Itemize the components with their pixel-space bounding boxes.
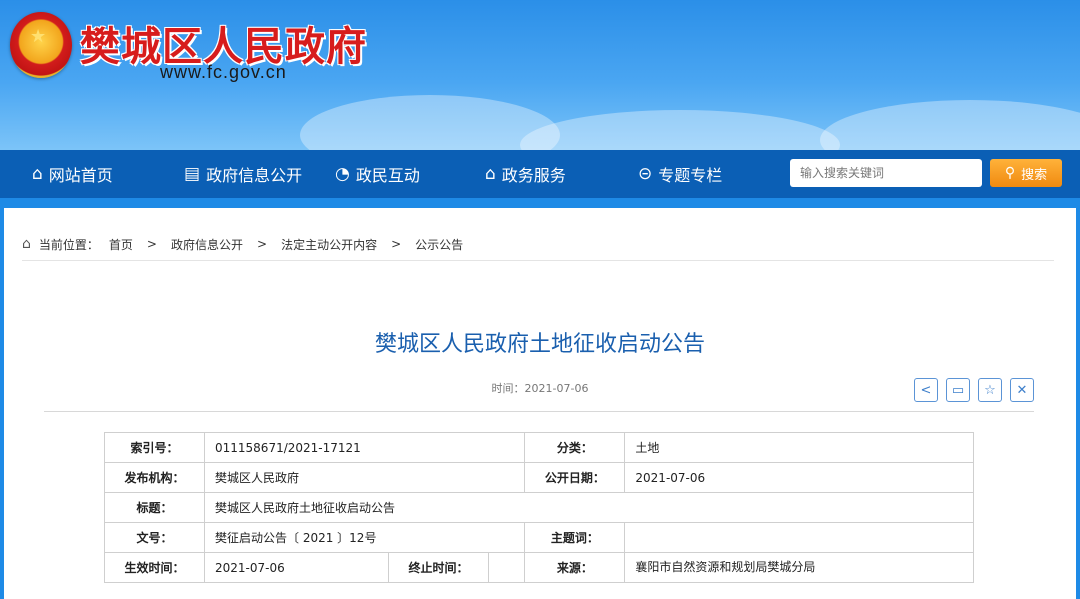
breadcrumb: ⌂ 当前位置： 首页 > 政府信息公开 > 法定主动公开内容 > 公示公告 (22, 234, 463, 254)
arrow-circle-icon: ⊝ (638, 164, 653, 184)
table-label: 生效时间： (104, 552, 205, 583)
article-tools: < ▭ ☆ ✕ (914, 378, 1042, 402)
nav-item-gov-info[interactable]: ▤ 政府信息公开 (184, 150, 302, 198)
table-row: 发布机构： 樊城区人民政府 公开日期： 2021-07-06 (104, 462, 974, 493)
nav-label: 政务服务 (501, 166, 566, 185)
site-header: 樊城区人民政府 www.fc.gov.cn (0, 0, 1080, 150)
breadcrumb-separator: > (391, 237, 402, 251)
table-value: 2021-07-06 (204, 552, 389, 583)
print-icon[interactable]: ▭ (946, 378, 970, 402)
chat-icon: ◔ (335, 164, 350, 184)
nav-label: 政民互动 (355, 166, 420, 185)
breadcrumb-link-notices[interactable]: 公示公告 (415, 236, 463, 253)
close-icon[interactable]: ✕ (1010, 378, 1034, 402)
nav-item-services[interactable]: ⌂ 政务服务 (485, 150, 566, 198)
breadcrumb-link-home[interactable]: 首页 (109, 236, 133, 253)
nav-label: 政府信息公开 (206, 166, 303, 185)
home-icon: ⌂ (32, 164, 43, 184)
nav-item-interaction[interactable]: ◔ 政民互动 (335, 150, 420, 198)
cloud-decoration (520, 110, 840, 150)
table-value: 樊征启动公告〔 2021 〕12号 (203, 522, 526, 553)
table-value: 襄阳市自然资源和规划局樊城分局 (624, 552, 974, 583)
table-label: 终止时间： (388, 552, 489, 583)
building-icon: ⌂ (485, 164, 496, 184)
table-value: 土地 (624, 432, 974, 463)
table-value (624, 522, 974, 553)
divider (44, 411, 1034, 412)
nav-item-home[interactable]: ⌂ 网站首页 (32, 150, 113, 198)
search-button[interactable]: ⚲ 搜索 (990, 159, 1062, 187)
article-title: 樊城区人民政府土地征收启动公告 (374, 332, 705, 357)
table-label: 主题词： (524, 522, 626, 553)
site-url: www.fc.gov.cn (160, 62, 287, 82)
cloud-decoration (820, 100, 1080, 150)
breadcrumb-link-statutory[interactable]: 法定主动公开内容 (281, 236, 377, 253)
table-label: 索引号： (104, 432, 205, 463)
table-value: 樊城区人民政府土地征收启动公告 (204, 492, 974, 523)
table-label: 标题： (104, 492, 205, 523)
table-label: 发布机构： (104, 462, 205, 493)
nav-label: 专题专栏 (658, 166, 723, 185)
table-label: 来源： (524, 552, 626, 583)
breadcrumb-prefix: 当前位置： (38, 237, 99, 252)
metadata-table: 索引号： 011158671/2021-17121 分类： 土地 发布机构： 樊… (104, 432, 974, 583)
search-input[interactable] (790, 159, 982, 187)
breadcrumb-link-gov-info[interactable]: 政府信息公开 (171, 236, 243, 253)
breadcrumb-divider (22, 260, 1054, 261)
search-button-label: 搜索 (1021, 167, 1048, 183)
nav-item-topics[interactable]: ⊝ 专题专栏 (638, 150, 722, 198)
table-value: 樊城区人民政府 (203, 462, 526, 493)
document-icon: ▤ (184, 164, 201, 184)
table-label: 分类： (524, 432, 626, 463)
nav-label: 网站首页 (48, 166, 113, 185)
share-icon[interactable]: < (914, 378, 938, 402)
national-emblem-icon (10, 12, 72, 78)
table-row: 生效时间： 2021-07-06 终止时间： 来源： 襄阳市自然资源和规划局樊城… (104, 552, 974, 583)
favorite-icon[interactable]: ☆ (978, 378, 1002, 402)
table-label: 公开日期： (524, 462, 626, 493)
table-row: 索引号： 011158671/2021-17121 分类： 土地 (104, 432, 974, 463)
breadcrumb-separator: > (146, 237, 157, 251)
table-value: 011158671/2021-17121 (203, 432, 526, 463)
table-value (487, 552, 526, 583)
table-value: 2021-07-06 (624, 462, 974, 493)
table-row: 文号： 樊征启动公告〔 2021 〕12号 主题词： (104, 522, 974, 553)
search-icon: ⚲ (1004, 165, 1016, 181)
table-row: 标题： 樊城区人民政府土地征收启动公告 (104, 492, 974, 523)
table-label: 文号： (104, 522, 205, 553)
content-area: ⌂ 当前位置： 首页 > 政府信息公开 > 法定主动公开内容 > 公示公告 樊城… (4, 208, 1076, 599)
breadcrumb-separator: > (257, 237, 268, 251)
home-icon: ⌂ (22, 236, 31, 252)
